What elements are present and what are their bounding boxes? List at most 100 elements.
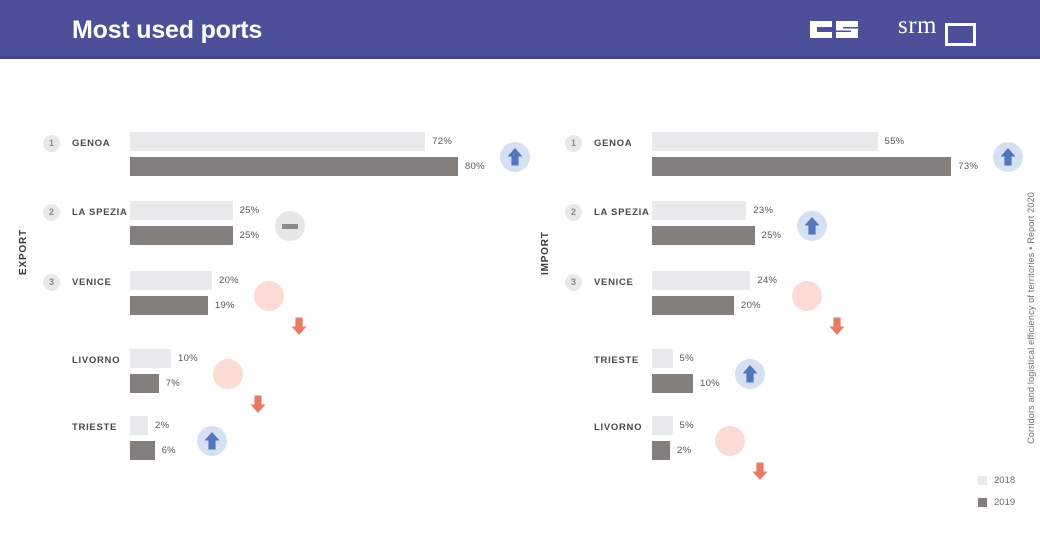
port-row: 2LA SPEZIA25%25% (0, 189, 520, 261)
bar-value-label: 2% (670, 441, 691, 460)
bar-group: 72% 80% (130, 132, 485, 182)
bar-2018 (652, 271, 750, 290)
bar-2019 (130, 441, 155, 460)
bar-value-label: 10% (693, 374, 720, 393)
bar-group: 5%10% (652, 349, 720, 399)
rank-badge: 1 (565, 135, 582, 152)
rank-badge: 2 (43, 204, 60, 221)
cs-logo (808, 17, 860, 42)
port-name-label: LIVORNO (594, 422, 642, 433)
bar-line-2018: 23% (652, 201, 781, 220)
port-name-label: TRIESTE (72, 422, 117, 433)
bar-2018 (130, 201, 233, 220)
bar-value-label: 5% (673, 349, 694, 368)
port-row: 1 GENOA 72% 80% (0, 120, 520, 192)
bar-line-2019: 7% (130, 374, 198, 393)
port-name-label: GENOA (72, 138, 110, 149)
port-name-label: TRIESTE (594, 355, 639, 366)
bar-2019 (130, 157, 458, 176)
srm-square-icon (945, 23, 976, 46)
port-row: 2LA SPEZIA23%25% (522, 189, 1040, 261)
bar-line-2018: 5% (652, 349, 720, 368)
bar-line-2019: 25% (130, 226, 259, 245)
bar-line-2018: 25% (130, 201, 259, 220)
trend-up-icon (735, 359, 765, 389)
bar-value-label: 10% (171, 349, 198, 368)
trend-up-icon (797, 211, 827, 241)
bar-line-2018: 55% (652, 132, 978, 151)
rank-badge: 3 (565, 274, 582, 291)
port-row: TRIESTE2%6% (0, 404, 520, 476)
trend-up-icon (197, 426, 227, 456)
bar-2019 (652, 441, 670, 460)
trend-indicator-down (213, 359, 243, 389)
srm-logo-text: srm (898, 13, 937, 39)
rank-badge: 1 (43, 135, 60, 152)
bar-line-2019: 20% (652, 296, 777, 315)
port-row: 1GENOA55%73% (522, 120, 1040, 192)
port-name-label: LA SPEZIA (72, 207, 128, 218)
trend-indicator-up (735, 359, 765, 389)
bar-2019 (652, 374, 693, 393)
bar-2018 (652, 416, 673, 435)
legend: 20182019 (952, 472, 1022, 516)
bar-line-2019: 6% (130, 441, 176, 460)
port-row: 3VENICE24%20% (522, 259, 1040, 331)
bar-value-label: 6% (155, 441, 176, 460)
bar-value-label: 19% (208, 296, 235, 315)
bar-line-2019: 80% (130, 157, 485, 176)
bar-value-label: 55% (878, 132, 905, 151)
bar-2019 (130, 226, 233, 245)
trend-up-icon (993, 142, 1023, 172)
bar-value-label: 25% (755, 226, 782, 245)
bar-group: 24%20% (652, 271, 777, 321)
bar-group: 10%7% (130, 349, 198, 399)
trend-indicator-down (254, 281, 284, 311)
bar-line-2019: 2% (652, 441, 694, 460)
bar-value-label: 72% (425, 132, 452, 151)
bar-value-label: 20% (734, 296, 761, 315)
trend-down-icon (745, 456, 775, 486)
bar-2018 (130, 349, 171, 368)
bar-value-label: 80% (458, 157, 485, 176)
trend-indicator-up (797, 211, 827, 241)
port-row: 3VENICE20%19% (0, 259, 520, 331)
bar-value-label: 20% (212, 271, 239, 290)
bar-value-label: 23% (746, 201, 773, 220)
rank-badge: 3 (43, 274, 60, 291)
bar-2019 (652, 157, 951, 176)
report-caption: Corridors and logistical efficiency of t… (1026, 192, 1036, 444)
bar-2018 (652, 349, 673, 368)
port-name-label: GENOA (594, 138, 632, 149)
bar-line-2018: 2% (130, 416, 176, 435)
port-name-label: LIVORNO (72, 355, 120, 366)
bar-value-label: 5% (673, 416, 694, 435)
legend-label: 2019 (994, 497, 1022, 508)
bar-line-2019: 73% (652, 157, 978, 176)
port-name-label: VENICE (594, 277, 634, 288)
bar-2019 (130, 296, 208, 315)
bar-line-2019: 19% (130, 296, 239, 315)
bar-group: 55%73% (652, 132, 978, 182)
bar-line-2019: 10% (652, 374, 720, 393)
trend-indicator-up (197, 426, 227, 456)
bar-line-2018: 10% (130, 349, 198, 368)
port-row: LIVORNO10%7% (0, 337, 520, 409)
bar-line-2018: 24% (652, 271, 777, 290)
trend-flat-icon (282, 224, 298, 229)
bar-value-label: 25% (233, 226, 260, 245)
rank-badge: 2 (565, 204, 582, 221)
bar-group: 2%6% (130, 416, 176, 466)
bar-group: 25%25% (130, 201, 259, 251)
bar-line-2018: 20% (130, 271, 239, 290)
page-header: Most used ports srm (0, 0, 1040, 59)
bar-line-2018: 72% (130, 132, 485, 151)
page-title: Most used ports (72, 16, 262, 45)
bar-2019 (652, 296, 734, 315)
bar-value-label: 25% (233, 201, 260, 220)
bar-line-2018: 5% (652, 416, 694, 435)
bar-2018 (652, 201, 746, 220)
bar-2018 (130, 271, 212, 290)
port-row: TRIESTE5%10% (522, 337, 1040, 409)
bar-2018 (130, 132, 425, 151)
